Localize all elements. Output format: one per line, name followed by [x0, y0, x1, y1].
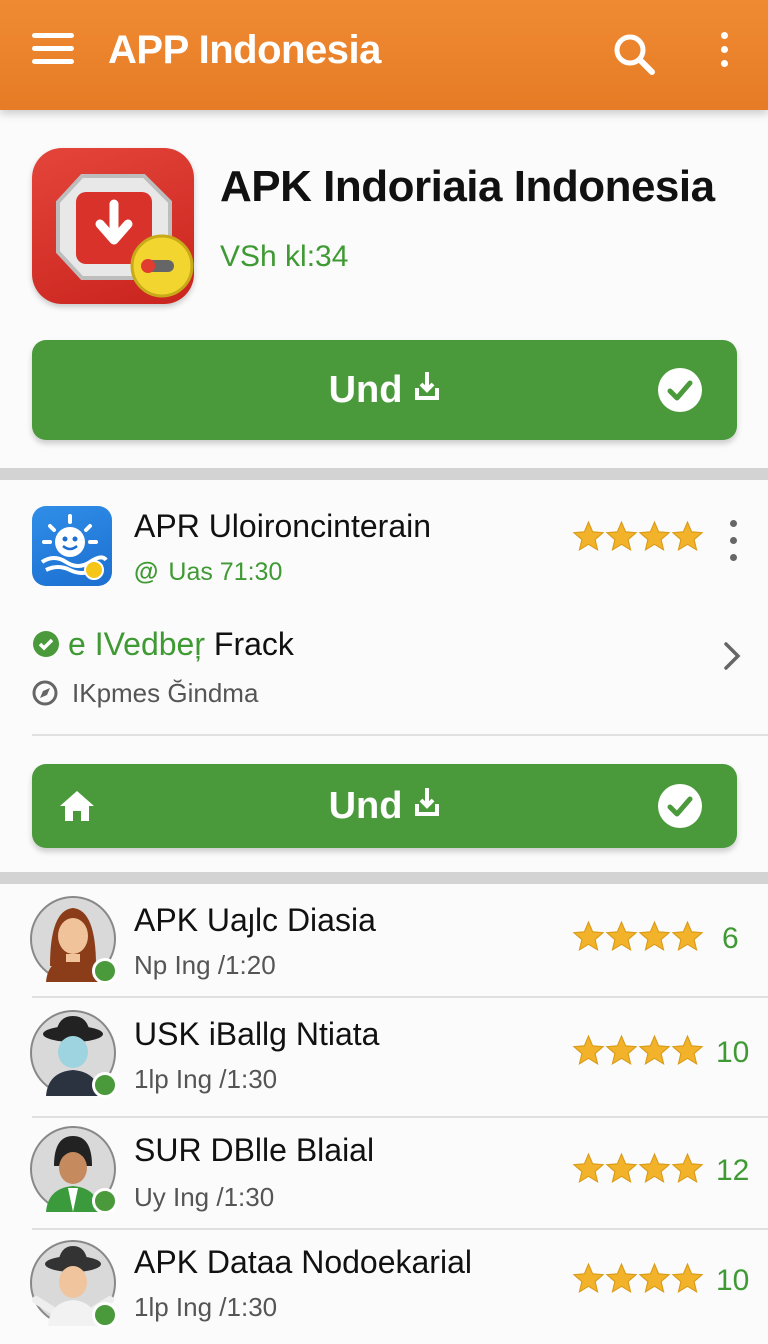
feature-subtitle-row: IKpmes Ğindma	[32, 678, 258, 713]
app-version: VSh kl:34	[220, 240, 349, 273]
star-icon	[605, 920, 638, 951]
star-icon	[572, 520, 605, 551]
compass-icon	[32, 680, 58, 713]
avatar	[30, 1126, 118, 1214]
app-title: APP Indonesia	[108, 28, 381, 72]
star-icon	[671, 1152, 704, 1183]
download-icon	[414, 784, 440, 828]
rating-count: 6	[722, 922, 739, 955]
app-list: APK Uaȷlc Diasia Np Ing /1:20 6 USK iBal…	[0, 884, 768, 1344]
at-icon: @	[134, 558, 159, 586]
star-icon	[638, 520, 671, 551]
feature-title-green: e IVedbeŗ	[68, 626, 205, 662]
install-button-label: Und	[328, 368, 403, 411]
app-bar: APP Indonesia	[0, 0, 768, 110]
rating-count: 10	[716, 1264, 750, 1297]
star-icon	[671, 920, 704, 951]
star-icon	[572, 1034, 605, 1065]
list-item-title: APK Uaȷlc Diasia	[134, 902, 376, 938]
star-icon	[671, 1034, 704, 1065]
list-item[interactable]: APK Dataa Nodoekarial 1lp Ing /1:30 10	[0, 1230, 768, 1344]
rating-stars	[572, 1152, 704, 1185]
star-icon	[605, 1034, 638, 1065]
featured-app-card: APK Indoriaia Indonesia VSh kl:34 Und	[0, 110, 768, 468]
detail-title: APR Uloironcinterain	[134, 508, 432, 544]
download-app-icon	[32, 148, 194, 304]
section-divider	[0, 872, 768, 884]
star-icon	[605, 520, 638, 551]
star-icon	[671, 1262, 704, 1293]
star-icon	[605, 1262, 638, 1293]
check-circle-icon	[657, 783, 703, 829]
star-icon	[605, 1152, 638, 1183]
verified-badge-icon	[92, 1188, 118, 1214]
list-item-title: USK iBallg Ntiata	[134, 1016, 380, 1052]
install-button-secondary-label: Und	[328, 784, 403, 827]
rating-count: 12	[716, 1154, 750, 1187]
rating-count: 10	[716, 1036, 750, 1069]
star-icon	[572, 920, 605, 951]
detail-card: APR Uloironcinterain @ Uas 71:30 e IVedbe…	[0, 480, 768, 872]
avatar	[30, 1240, 118, 1328]
star-icon	[572, 1152, 605, 1183]
star-icon	[638, 1152, 671, 1183]
rating-stars	[572, 520, 704, 553]
list-item-subtitle: 1lp Ing /1:30	[134, 1292, 278, 1322]
verified-badge-icon	[92, 1302, 118, 1328]
star-icon	[638, 920, 671, 951]
list-item-title: APK Dataa Nodoekarial	[134, 1244, 472, 1280]
star-icon	[671, 520, 704, 551]
list-item-subtitle: 1lp Ing /1:30	[134, 1064, 278, 1094]
list-item[interactable]: SUR DBlle Blaial Uy Ing /1:30 12	[0, 1118, 768, 1232]
avatar	[30, 896, 118, 984]
rating-stars	[572, 1034, 704, 1067]
check-circle-icon	[32, 629, 60, 666]
verified-badge-icon	[92, 1072, 118, 1098]
star-icon	[638, 1262, 671, 1293]
sun-wave-app-icon	[32, 506, 112, 586]
verified-badge-icon	[92, 958, 118, 984]
install-button[interactable]: Und	[32, 340, 737, 440]
rating-stars	[572, 920, 704, 953]
avatar	[30, 1010, 118, 1098]
feature-subtitle: IKpmes Ğindma	[72, 678, 259, 708]
detail-subtitle-row: @ Uas 71:30	[134, 558, 282, 587]
more-vert-icon[interactable]	[726, 520, 740, 561]
row-divider	[32, 734, 768, 736]
rating-stars	[572, 1262, 704, 1295]
chevron-right-icon	[722, 640, 742, 677]
list-item-subtitle: Uy Ing /1:30	[134, 1182, 275, 1212]
feature-title: e IVedbeŗ Frack	[32, 626, 294, 666]
hamburger-menu-icon[interactable]	[32, 33, 74, 69]
list-item[interactable]: APK Uaȷlc Diasia Np Ing /1:20 6	[0, 884, 768, 998]
app-title-featured: APK Indoriaia Indonesia	[220, 162, 715, 211]
feature-row[interactable]: e IVedbeŗ Frack IKpmes Ğindma	[0, 612, 768, 722]
search-icon[interactable]	[610, 30, 658, 78]
download-icon	[414, 368, 440, 412]
section-divider	[0, 468, 768, 480]
star-icon	[572, 1262, 605, 1293]
list-item-title: SUR DBlle Blaial	[134, 1132, 375, 1168]
more-vert-icon[interactable]	[712, 32, 736, 72]
check-circle-icon	[657, 367, 703, 413]
detail-subtitle: Uas 71:30	[168, 558, 283, 586]
feature-title-text: Frack	[213, 626, 294, 662]
star-icon	[638, 1034, 671, 1065]
install-button-secondary[interactable]: Und	[32, 764, 737, 848]
list-item-subtitle: Np Ing /1:20	[134, 950, 276, 980]
list-item[interactable]: USK iBallg Ntiata 1lp Ing /1:30 10	[0, 998, 768, 1112]
